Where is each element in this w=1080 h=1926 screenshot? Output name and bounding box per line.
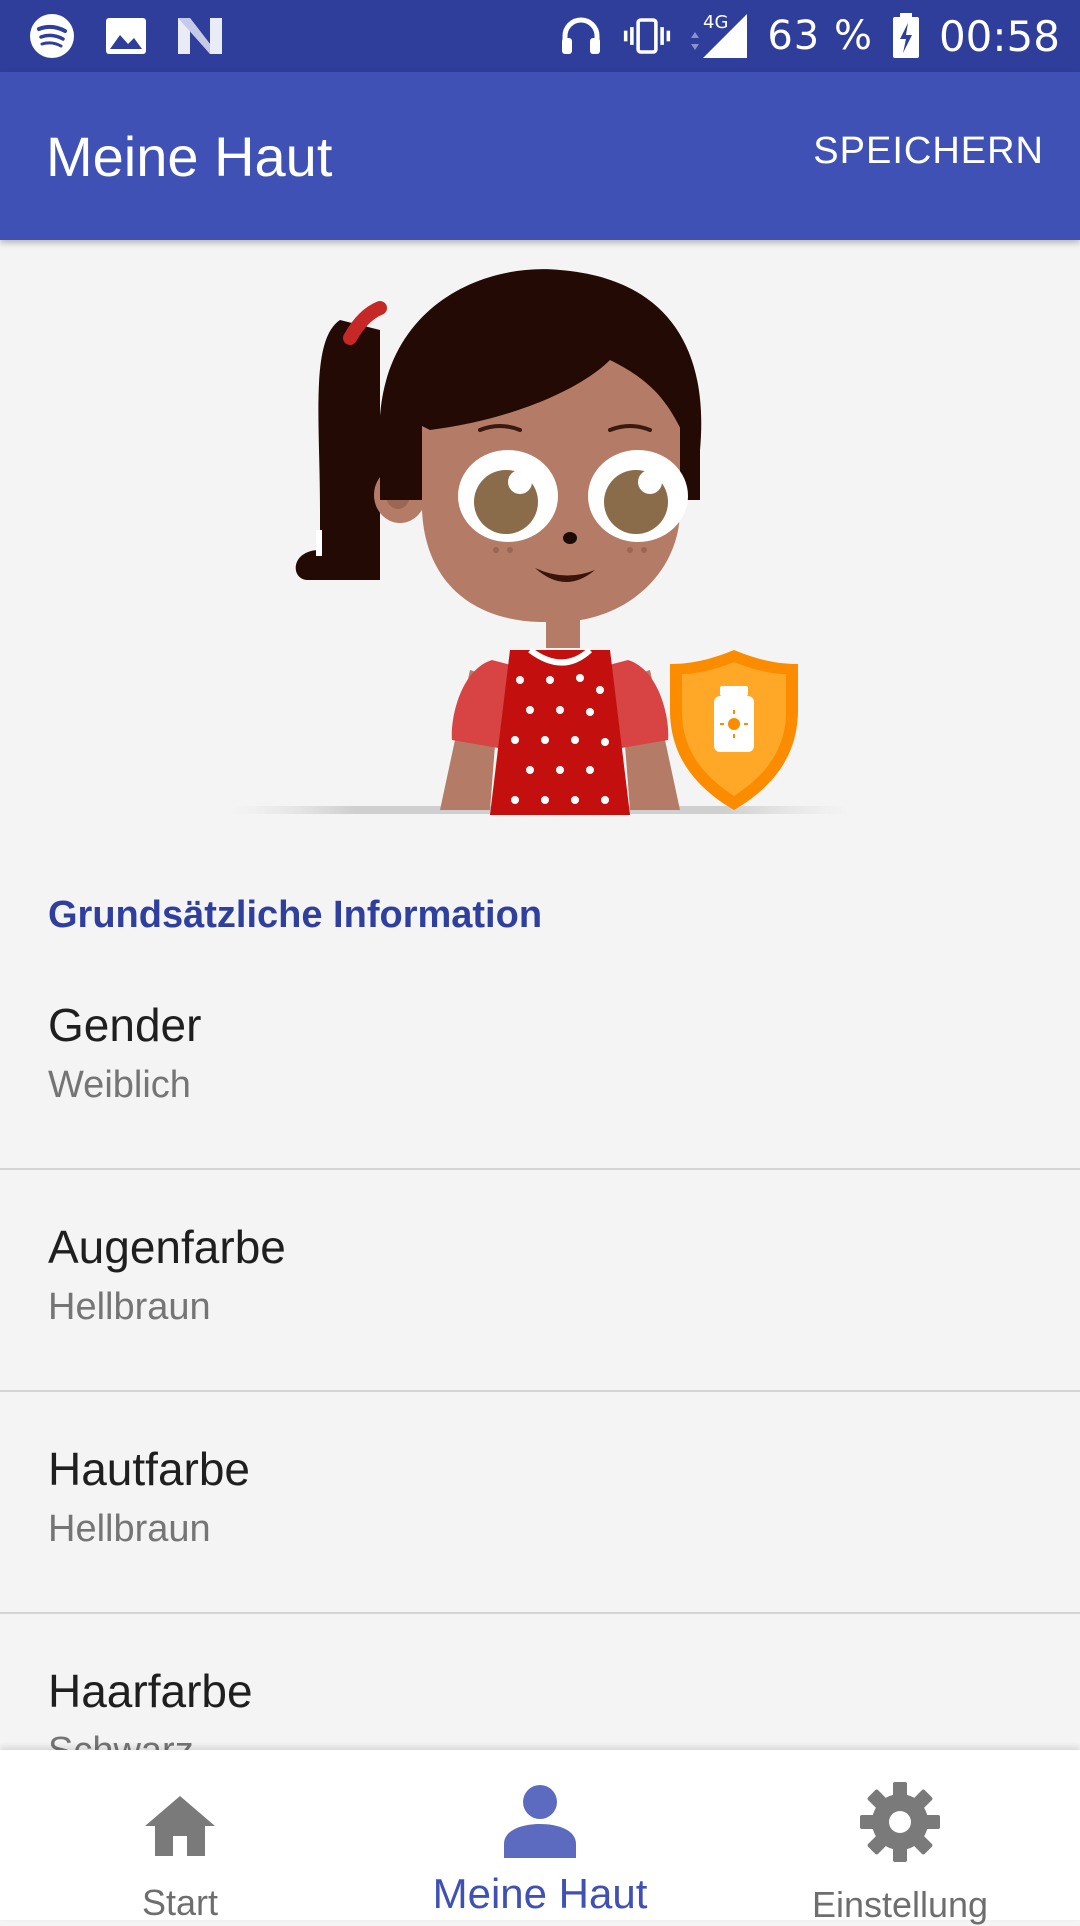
vibrate-icon [623, 12, 671, 60]
nav-item-einstellung[interactable]: Einstellung [720, 1750, 1080, 1925]
nav-label: Start [141, 1882, 219, 1923]
image-icon [102, 12, 150, 60]
list-item-augenfarbe[interactable]: Augenfarbe Hellbraun [0, 1170, 1080, 1392]
nav-label: Meine Haut [432, 1870, 648, 1917]
signal-icon: 4G [689, 12, 749, 60]
home-icon [143, 1794, 217, 1863]
item-title: Gender [48, 999, 202, 1051]
page-title: Meine Haut [46, 125, 333, 188]
item-title: Hautfarbe [48, 1443, 251, 1495]
section-header: Grundsätzliche Information [48, 894, 543, 936]
bottom-navigation: Start Meine Haut Einstellung [0, 1750, 1080, 1925]
item-title: Augenfarbe [48, 1221, 286, 1273]
avatar-illustration [230, 250, 850, 830]
svg-text:4G: 4G [703, 12, 728, 33]
battery-percentage: 63 % [767, 13, 873, 59]
gear-icon [858, 1780, 942, 1869]
save-button[interactable]: SPEICHERN [805, 130, 1052, 186]
n-icon [176, 12, 224, 60]
person-icon [502, 1784, 578, 1863]
item-value: Hellbraun [48, 1508, 211, 1550]
headphones-icon [557, 12, 605, 60]
status-bar: 4G 63 % 00:58 [0, 0, 1080, 72]
item-value: Weiblich [48, 1064, 191, 1106]
item-title: Haarfarbe [48, 1665, 253, 1717]
clock: 00:58 [938, 11, 1060, 61]
list-item-gender[interactable]: Gender Weiblich [0, 948, 1080, 1170]
battery-charging-icon [891, 12, 921, 60]
list-item-hautfarbe[interactable]: Hautfarbe Hellbraun [0, 1392, 1080, 1614]
item-value: Hellbraun [48, 1286, 211, 1328]
app-bar: Meine Haut SPEICHERN [0, 72, 1080, 240]
nav-item-start[interactable]: Start [0, 1750, 360, 1923]
nav-item-meine-haut[interactable]: Meine Haut [360, 1750, 720, 1920]
spotify-icon [28, 12, 76, 60]
